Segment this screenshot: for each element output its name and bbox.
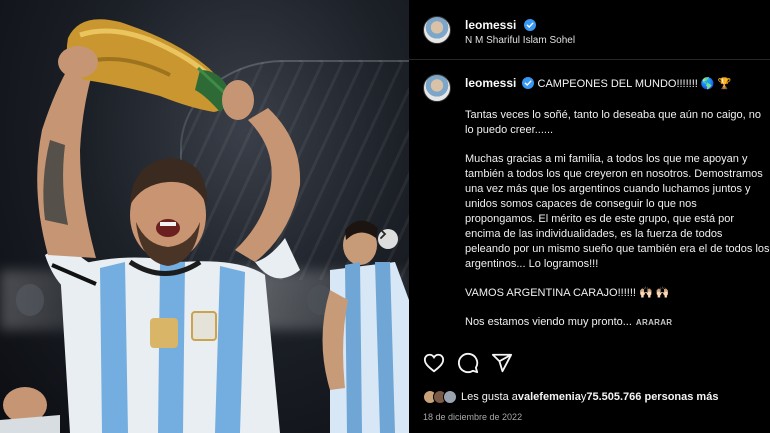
carousel-next-button[interactable]	[378, 229, 398, 249]
likes-prefix: Les gusta a	[461, 391, 518, 403]
post-media[interactable]	[0, 0, 409, 433]
comment-icon[interactable]	[457, 352, 479, 374]
likes-user-link[interactable]: valefemenia	[518, 391, 581, 403]
caption-paragraph: Muchas gracias a mi familia, a todos los…	[465, 153, 770, 270]
caption-avatar[interactable]	[423, 74, 451, 102]
verified-badge-icon	[522, 77, 535, 89]
likes-count[interactable]: 75.505.766 personas más	[586, 391, 718, 403]
caption-paragraph: VAMOS ARGENTINA CARAJO!!!!!! 🙌🏻 🙌🏻	[465, 287, 670, 299]
caption-title: CAMPEONES DEL MUNDO!!!!!!! 🌎 🏆	[537, 78, 732, 90]
likes-summary[interactable]: Les gusta a valefemenia y 75.505.766 per…	[423, 387, 718, 407]
caption-username-link[interactable]: leomessi	[465, 76, 516, 90]
caption-closing-line: Nos estamos viendo muy pronto... ARARAR	[465, 315, 770, 330]
avatar[interactable]	[423, 16, 451, 44]
header-subtitle[interactable]: N M Shariful Islam Sohel	[465, 35, 575, 46]
teammate-figure	[322, 220, 409, 433]
send-icon[interactable]	[491, 352, 513, 374]
header-username-row: leomessi	[465, 16, 536, 34]
caption-closing-text: Nos estamos viendo muy pronto...	[465, 316, 632, 328]
translate-link[interactable]: ARARAR	[636, 318, 672, 327]
avatar	[443, 390, 457, 404]
verified-badge-icon	[523, 19, 536, 31]
caption-title-row: leomessi CAMPEONES DEL MUNDO!!!!!!! 🌎 🏆	[465, 76, 731, 90]
player-with-trophy-illustration	[0, 19, 409, 433]
caption-area: leomessi CAMPEONES DEL MUNDO!!!!!!! 🌎 🏆 …	[409, 66, 770, 342]
caption-body: Tantas veces lo soñé, tanto lo deseaba q…	[465, 108, 770, 342]
heart-icon[interactable]	[423, 352, 445, 374]
post-actions	[409, 342, 770, 384]
post-header: leomessi N M Shariful Islam Sohel	[409, 0, 770, 60]
chevron-right-icon	[380, 229, 387, 239]
caption-paragraph: Tantas veces lo soñé, tanto lo deseaba q…	[465, 109, 761, 136]
post-side-panel: leomessi N M Shariful Islam Sohel leomes…	[409, 0, 770, 433]
username-link[interactable]: leomessi	[465, 18, 516, 32]
afa-crest	[150, 318, 178, 348]
liker-avatars	[423, 390, 457, 404]
post-date[interactable]: 18 de diciembre de 2022	[423, 412, 522, 422]
